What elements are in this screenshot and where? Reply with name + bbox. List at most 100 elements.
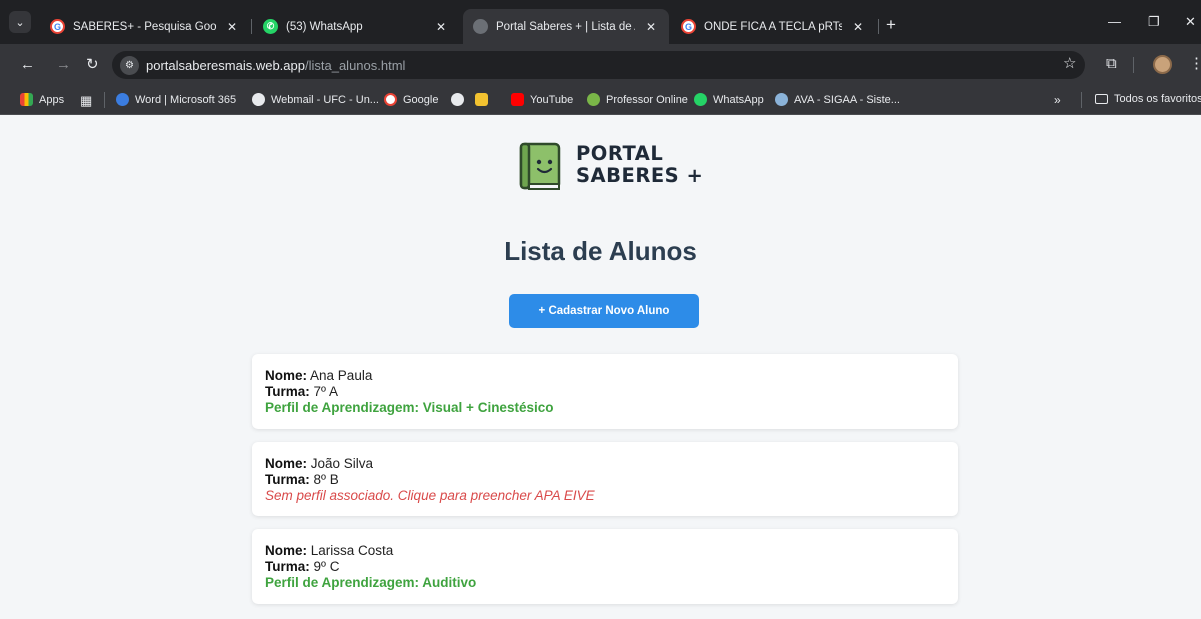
tab-title: (53) WhatsApp [286, 20, 363, 33]
new-tab-button[interactable]: + [886, 16, 896, 33]
tab-title: ONDE FICA A TECLA pRTsCN - [704, 20, 842, 33]
learning-profile: Perfil de Aprendizagem: Visual + Cinesté… [265, 400, 554, 415]
bookmark-sigaa[interactable]: AVA - SIGAA - Siste... [775, 93, 900, 106]
bookmark-globe[interactable] [451, 93, 470, 106]
bookmark-grid[interactable]: ▦ [80, 93, 92, 109]
bookmark-label: Apps [39, 93, 65, 106]
whatsapp-icon [694, 93, 707, 106]
restore-icon[interactable]: ❐ [1148, 14, 1160, 30]
student-name: Larissa Costa [310, 543, 394, 558]
globe-icon [451, 93, 464, 106]
student-class-row: Turma: 9º C [265, 559, 945, 575]
close-icon[interactable]: ✕ [224, 20, 240, 34]
student-card[interactable]: Nome: Ana Paula Turma: 7º A Perfil de Ap… [252, 354, 958, 429]
bookmark-star-icon[interactable]: ☆ [1063, 56, 1076, 72]
student-name-row: Nome: João Silva [265, 456, 945, 472]
tab-title: SABERES+ - Pesquisa Google [73, 20, 216, 33]
student-class: 8º B [313, 472, 339, 487]
menu-kebab-icon[interactable]: ⋮ [1189, 56, 1201, 72]
minimize-icon[interactable]: — [1108, 14, 1121, 29]
tab-title: Portal Saberes + | Lista de Aluno [496, 20, 635, 33]
bookmark-label: Google [403, 93, 439, 106]
apps-grid-icon [20, 93, 33, 106]
logo-line-1: PORTAL [576, 142, 664, 165]
word-icon [116, 93, 129, 106]
url-text[interactable]: portalsaberesmais.web.app/lista_alunos.h… [146, 58, 405, 73]
profile-avatar[interactable] [1153, 55, 1172, 74]
bookmark-image[interactable] [475, 93, 494, 106]
bookmark-word[interactable]: Word | Microsoft 365 [116, 93, 236, 106]
bookmark-separator [104, 92, 105, 108]
page-title: Lista de Alunos [504, 236, 697, 266]
bookmark-whatsapp[interactable]: WhatsApp [694, 93, 764, 106]
whatsapp-icon: ✆ [263, 19, 278, 34]
sigaa-icon [775, 93, 788, 106]
all-bookmarks-folder[interactable]: Todos os favoritos [1095, 93, 1201, 105]
globe-icon [252, 93, 265, 106]
tab-separator [878, 19, 879, 34]
tab-search-icon[interactable]: ⌄ [9, 11, 31, 33]
google-icon [384, 93, 397, 106]
url-path: /lista_alunos.html [304, 58, 406, 73]
close-icon[interactable]: ✕ [433, 20, 449, 34]
student-class-row: Turma: 8º B [265, 472, 945, 488]
bookmark-label: WhatsApp [713, 93, 764, 106]
toolbar-separator [1133, 57, 1134, 73]
class-label: Turma: [265, 472, 310, 487]
tab-saberes-google[interactable]: G SABERES+ - Pesquisa Google ✕ [40, 9, 250, 44]
name-label: Nome: [265, 456, 308, 471]
google-icon: G [50, 19, 65, 34]
tab-whatsapp[interactable]: ✆ (53) WhatsApp ✕ [253, 9, 459, 44]
bookmark-youtube[interactable]: YouTube [511, 93, 573, 106]
back-icon[interactable]: ← [20, 57, 35, 73]
bookmark-label: Todos os favoritos [1114, 93, 1201, 105]
name-label: Nome: [265, 368, 308, 383]
google-icon: G [681, 19, 696, 34]
student-card[interactable]: Nome: Larissa Costa Turma: 9º C Perfil d… [252, 529, 958, 604]
bookmark-label: Webmail - UFC - Un... [271, 93, 379, 106]
book-logo-icon [519, 142, 561, 190]
bookmark-google[interactable]: Google [384, 93, 438, 106]
bookmark-label: AVA - SIGAA - Siste... [794, 93, 900, 106]
window-close-icon[interactable]: ✕ [1185, 14, 1196, 30]
student-name-row: Nome: Ana Paula [265, 368, 945, 384]
bookmark-label: YouTube [530, 93, 574, 106]
student-card[interactable]: Nome: João Silva Turma: 8º B Sem perfil … [252, 442, 958, 516]
folder-icon [1095, 94, 1108, 104]
student-name: João Silva [310, 456, 374, 471]
logo-line-2: SABERES + [576, 164, 704, 187]
professor-icon [587, 93, 600, 106]
more-bookmarks-button[interactable]: » [1054, 93, 1061, 107]
reload-icon[interactable]: ↻ [86, 57, 99, 73]
name-label: Nome: [265, 543, 308, 558]
bookmark-professor-online[interactable]: Professor Online [587, 93, 688, 106]
globe-icon [473, 19, 488, 34]
image-icon [475, 93, 488, 106]
student-name: Ana Paula [310, 368, 373, 383]
add-student-button[interactable]: + Cadastrar Novo Aluno [509, 294, 699, 328]
extensions-icon[interactable]: ⧉ [1106, 56, 1117, 72]
student-class-row: Turma: 7º A [265, 384, 945, 400]
logo-wordmark: PORTAL SABERES + [576, 143, 703, 187]
site-info-icon[interactable]: ⚙ [120, 56, 139, 75]
tab-portal-saberes[interactable]: Portal Saberes + | Lista de Aluno ✕ [463, 9, 669, 44]
bookmark-apps[interactable]: Apps [20, 93, 64, 106]
bookmark-separator [1081, 92, 1082, 108]
class-label: Turma: [265, 384, 310, 399]
bookmark-label: Word | Microsoft 365 [135, 93, 237, 106]
student-class: 9º C [313, 559, 340, 574]
url-host: portalsaberesmais.web.app [146, 58, 305, 73]
bookmark-label: Professor Online [606, 93, 688, 106]
forward-icon[interactable]: → [56, 57, 71, 73]
learning-profile: Perfil de Aprendizagem: Auditivo [265, 575, 477, 590]
fill-profile-link[interactable]: Sem perfil associado. Clique para preenc… [265, 488, 945, 504]
tab-separator [251, 19, 252, 34]
student-class: 7º A [313, 384, 338, 399]
student-name-row: Nome: Larissa Costa [265, 543, 945, 559]
bookmark-webmail[interactable]: Webmail - UFC - Un... [252, 93, 379, 106]
close-icon[interactable]: ✕ [643, 20, 659, 34]
grid-icon: ▦ [80, 93, 93, 108]
close-icon[interactable]: ✕ [850, 20, 866, 34]
class-label: Turma: [265, 559, 310, 574]
tab-onde-fica-tecla[interactable]: G ONDE FICA A TECLA pRTsCN - ✕ [671, 9, 876, 44]
